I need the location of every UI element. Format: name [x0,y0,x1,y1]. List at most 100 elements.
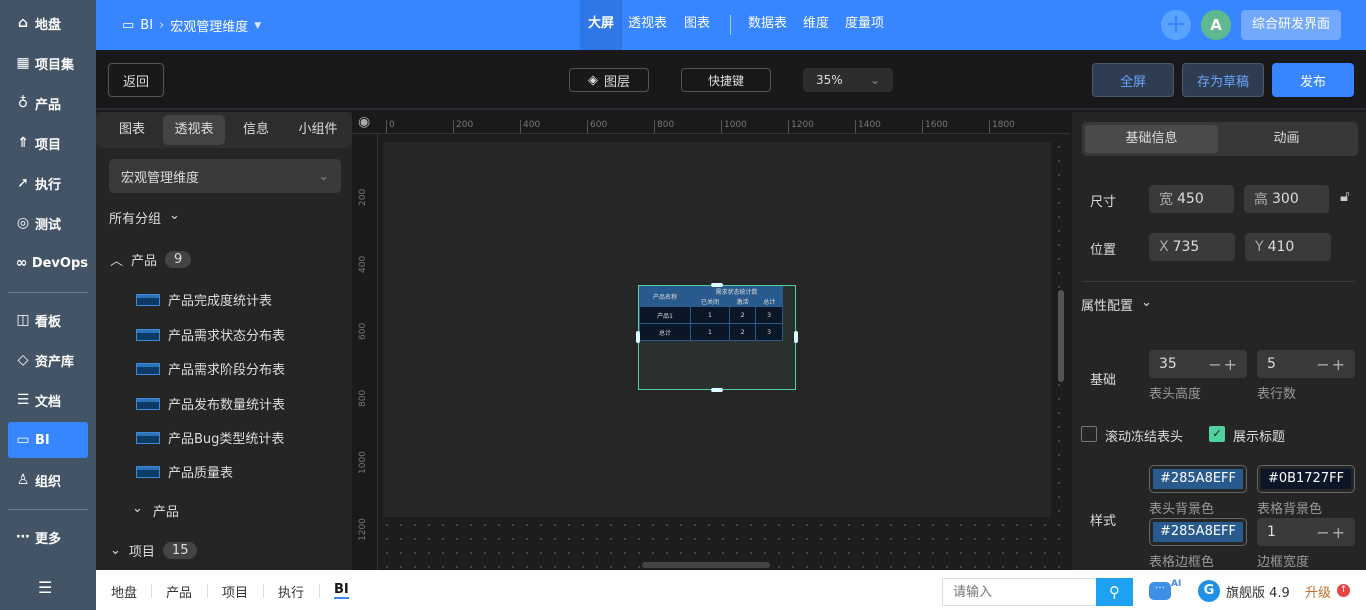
tab-charts[interactable]: 图表 [104,115,160,145]
bi-icon: ▭ [122,18,135,33]
list-item[interactable]: 产品Bug类型统计表 [136,428,284,447]
attr-config-toggle[interactable]: 属性配置 ⌄ [1081,295,1152,314]
tab-dimension[interactable]: 维度 [795,0,837,50]
ruler-tick-label: 1200 [788,120,814,133]
tab-animation[interactable]: 动画 [1220,125,1353,153]
sidebar-item-bi[interactable]: ▭ BI [8,422,88,458]
bottom-bar: 地盘 产品 项目 执行 BI ⚲ ··· AI G 旗舰版 4.9 升级 ↑ [96,570,1366,610]
add-icon[interactable]: + [1161,10,1191,40]
rows-label: 表行数 [1257,387,1297,402]
list-item[interactable]: 产品发布数量统计表 [136,394,285,413]
fullscreen-button[interactable]: 全屏 [1092,63,1174,97]
search-input[interactable] [942,578,1097,606]
table-icon [136,293,160,306]
resize-handle[interactable] [711,283,723,287]
edition-logo-icon: G [1198,580,1220,602]
search-button[interactable]: ⚲ [1096,578,1133,606]
vertical-scrollbar[interactable] [1058,290,1064,382]
sidebar-item-execution[interactable]: ➚ 执行 [8,165,88,201]
width-input[interactable]: 宽 450 [1149,185,1234,213]
bottom-nav-dashboard[interactable]: 地盘 [111,582,137,601]
shortcuts-button[interactable]: 快捷键 [681,68,771,92]
y-input[interactable]: Y 410 [1245,233,1331,261]
ruler-tick-label: 1800 [989,120,1015,133]
ruler-vertical: 200 400 600 800 1000 1200 [352,134,378,570]
grid-icon: ▦ [16,55,30,71]
sidebar-item-docs[interactable]: ☰ 文档 [8,382,88,418]
upgrade-link[interactable]: 升级 [1305,582,1331,601]
list-item[interactable]: 产品需求状态分布表 [136,325,285,344]
border-color[interactable]: #285A8EFF [1149,518,1247,546]
back-button[interactable]: 返回 [108,63,164,97]
sidebar-item-assets[interactable]: ◇ 资产库 [8,342,88,378]
minus-plus-icon[interactable]: −+ [1316,523,1347,542]
subgroup-product[interactable]: ⌄ 产品 [132,501,179,520]
list-item[interactable]: 产品完成度统计表 [136,290,272,309]
tab-widgets[interactable]: 小组件 [288,115,348,145]
table-header: 总计 [755,296,783,307]
rows-stepper[interactable]: 5 −+ [1257,350,1355,378]
collapse-menu-icon[interactable]: ☰ [38,578,52,597]
group-filter[interactable]: 所有分组 ⌄ [109,208,180,227]
avatar[interactable]: A [1201,10,1231,40]
sidebar-item-org[interactable]: ♙ 组织 [8,462,88,498]
list-item[interactable]: 产品质量表 [136,462,233,481]
sidebar-item-dashboard[interactable]: ⌂ 地盘 [8,5,88,41]
ruler-tick-label: 1200 [358,518,368,541]
layers-button[interactable]: ◈ 图层 [569,68,649,92]
bottom-nav-product[interactable]: 产品 [166,582,192,601]
resize-handle[interactable] [794,331,798,343]
header-bg-color[interactable]: #285A8EFF [1149,465,1247,493]
table-bg-color[interactable]: #0B1727FF [1257,465,1355,493]
sidebar-item-project[interactable]: ⇑ 项目 [8,125,88,161]
header-height-stepper[interactable]: 35 −+ [1149,350,1247,378]
height-input[interactable]: 高 300 [1244,185,1329,213]
tab-basic-info[interactable]: 基础信息 [1085,125,1218,153]
sidebar-item-kanban[interactable]: ◫ 看板 [8,302,88,338]
freeze-header-checkbox[interactable] [1081,426,1097,442]
horizontal-scrollbar[interactable] [642,562,770,568]
resize-handle[interactable] [711,388,723,392]
tab-datatable[interactable]: 数据表 [740,0,795,50]
border-width-stepper[interactable]: 1 −+ [1257,518,1355,546]
workspace-button[interactable]: 综合研发界面 [1241,10,1341,40]
show-title-checkbox[interactable]: ✓ [1209,426,1225,442]
breadcrumb-module[interactable]: BI [140,18,153,33]
bottom-nav-bi[interactable]: BI [334,582,349,599]
sidebar-item-program[interactable]: ▦ 项目集 [8,45,88,81]
component-panel: 图表 透视表 信息 小组件 宏观管理维度 ⌄ 所有分组 ⌄ ︿ 产品 9 产品完成度统计… [96,112,352,570]
pivot-table-widget[interactable]: 产品名称 需求状态统计数 已关闭 激活 总计 产品1 1 2 3 总计 1 2 3 [636,283,798,392]
save-draft-button[interactable]: 存为草稿 [1182,63,1264,97]
minus-plus-icon[interactable]: −+ [1208,355,1239,374]
home-icon: ⌂ [17,15,29,31]
sidebar-item-more[interactable]: ⋯ 更多 [8,519,88,555]
table-icon [136,465,160,478]
tab-screen[interactable]: 大屏 [580,0,623,50]
list-item[interactable]: 产品需求阶段分布表 [136,359,285,378]
minus-plus-icon[interactable]: −+ [1316,355,1347,374]
group-project[interactable]: ⌄ 项目 15 [110,541,198,560]
tab-pivot-tables[interactable]: 透视表 [163,115,225,145]
dimension-select[interactable]: 宏观管理维度 ⌄ [109,159,341,193]
tab-pivot[interactable]: 透视表 [620,0,675,50]
ai-chat-icon[interactable]: ··· [1149,582,1171,600]
tab-info[interactable]: 信息 [228,115,284,145]
publish-button[interactable]: 发布 [1272,63,1354,97]
bottom-nav-execution[interactable]: 执行 [278,582,304,601]
sidebar-item-test[interactable]: ◎ 测试 [8,205,88,241]
sidebar-item-product[interactable]: ♁ 产品 [8,85,88,121]
resize-handle[interactable] [636,331,640,343]
tab-chart[interactable]: 图表 [676,0,718,50]
tab-measure[interactable]: 度量项 [837,0,892,50]
bottom-nav-project[interactable]: 项目 [222,582,248,601]
canvas-area[interactable]: 0 200 400 600 800 1000 1200 1400 1600 1800 200 400… [352,112,1070,570]
dimension-dropdown[interactable]: 宏观管理维度 [170,16,248,35]
group-product[interactable]: ︿ 产品 9 [110,250,192,269]
eye-icon[interactable]: ◉ [358,114,370,130]
x-input[interactable]: X 735 [1149,233,1235,261]
zoom-select[interactable]: 35% ⌄ [803,68,893,92]
chevron-down-icon: ⌄ [1141,295,1152,310]
header-height-label: 表头高度 [1149,387,1202,402]
unlock-icon[interactable]: 🔓︎ [1340,187,1350,205]
sidebar-item-devops[interactable]: ∞ DevOps [8,245,88,281]
